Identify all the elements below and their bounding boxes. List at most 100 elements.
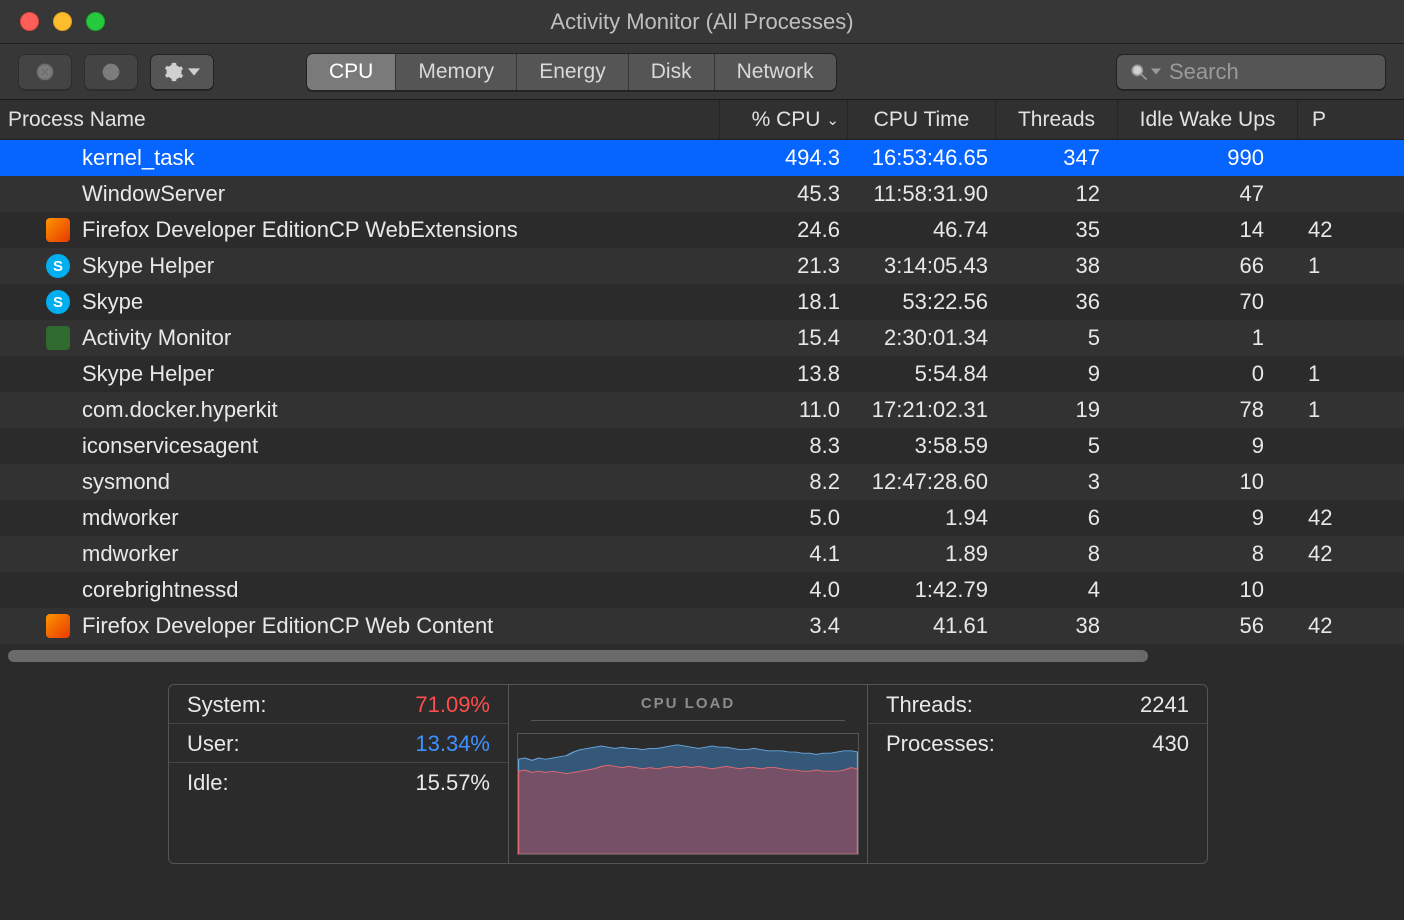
chevron-down-icon — [188, 68, 200, 76]
traffic-lights — [0, 12, 105, 31]
cell-wake: 56 — [1118, 608, 1298, 644]
table-row[interactable]: com.docker.hyperkit11.017:21:02.3119781 — [0, 392, 1404, 428]
cell-wake: 990 — [1118, 140, 1298, 176]
cell-time: 1.94 — [848, 500, 996, 536]
footer-panels: System: 71.09% User: 13.34% Idle: 15.57%… — [0, 684, 1404, 864]
cell-time: 1:42.79 — [848, 572, 996, 608]
cell-cpu: 11.0 — [720, 392, 848, 428]
stat-threads: Threads: 2241 — [868, 685, 1207, 724]
search-field[interactable]: Search — [1116, 54, 1386, 90]
cell-cpu: 494.3 — [720, 140, 848, 176]
process-name: Skype Helper — [82, 361, 214, 387]
stat-threads-value: 2241 — [1140, 692, 1189, 718]
stat-idle: Idle: 15.57% — [169, 763, 508, 801]
cell-wake: 9 — [1118, 500, 1298, 536]
table-row[interactable]: Firefox Developer EditionCP WebExtension… — [0, 212, 1404, 248]
cell-extra — [1298, 176, 1364, 212]
window-title: Activity Monitor (All Processes) — [0, 9, 1404, 35]
cell-time: 16:53:46.65 — [848, 140, 996, 176]
cell-time: 17:21:02.31 — [848, 392, 996, 428]
cell-wake: 66 — [1118, 248, 1298, 284]
horizontal-scrollbar[interactable] — [0, 646, 1404, 666]
table-row[interactable]: SSkype Helper21.33:14:05.4338661 — [0, 248, 1404, 284]
cell-wake: 14 — [1118, 212, 1298, 248]
scrollbar-thumb[interactable] — [8, 650, 1148, 662]
cell-cpu: 13.8 — [720, 356, 848, 392]
cell-threads: 3 — [996, 464, 1118, 500]
toolbar: i CPU Memory Energy Disk Network Search — [0, 44, 1404, 100]
cell-cpu: 4.0 — [720, 572, 848, 608]
table-row[interactable]: Firefox Developer EditionCP Web Content 3… — [0, 608, 1404, 644]
cell-wake: 8 — [1118, 536, 1298, 572]
process-name: iconservicesagent — [82, 433, 258, 459]
table-row[interactable]: SSkype18.153:22.563670 — [0, 284, 1404, 320]
cell-wake: 47 — [1118, 176, 1298, 212]
options-menu-button[interactable] — [150, 54, 214, 90]
process-name: corebrightnessd — [82, 577, 239, 603]
minimize-window-button[interactable] — [53, 12, 72, 31]
cell-wake: 10 — [1118, 572, 1298, 608]
table-row[interactable]: kernel_task494.316:53:46.65347990 — [0, 140, 1404, 176]
cpu-load-chart-panel: CPU LOAD — [508, 684, 868, 864]
tab-network[interactable]: Network — [715, 54, 836, 90]
chevron-down-icon — [1151, 68, 1161, 75]
app-icon — [46, 326, 70, 350]
inspect-process-button[interactable]: i — [84, 54, 138, 90]
cpu-usage-panel: System: 71.09% User: 13.34% Idle: 15.57% — [168, 684, 508, 864]
tab-energy[interactable]: Energy — [517, 54, 629, 90]
stat-threads-label: Threads: — [886, 692, 973, 718]
col-extra[interactable]: P — [1298, 100, 1364, 139]
table-row[interactable]: Activity Monitor15.42:30:01.3451 — [0, 320, 1404, 356]
table-row[interactable]: Skype Helper13.85:54.84901 — [0, 356, 1404, 392]
tab-memory[interactable]: Memory — [396, 54, 517, 90]
cell-time: 53:22.56 — [848, 284, 996, 320]
cell-threads: 12 — [996, 176, 1118, 212]
col-cpu-time[interactable]: CPU Time — [848, 100, 996, 139]
cell-extra: 1 — [1298, 392, 1364, 428]
cell-time: 11:58:31.90 — [848, 176, 996, 212]
table-row[interactable]: sysmond8.212:47:28.60310 — [0, 464, 1404, 500]
quit-process-button[interactable] — [18, 54, 72, 90]
process-name: sysmond — [82, 469, 170, 495]
cell-extra: 42 — [1298, 212, 1364, 248]
cell-cpu: 24.6 — [720, 212, 848, 248]
cell-extra: 42 — [1298, 500, 1364, 536]
table-row[interactable]: corebrightnessd4.01:42.79410 — [0, 572, 1404, 608]
cell-cpu: 8.2 — [720, 464, 848, 500]
col-process-name[interactable]: Process Name — [0, 100, 720, 139]
stat-processes-value: 430 — [1152, 731, 1189, 757]
process-name: com.docker.hyperkit — [82, 397, 278, 423]
cell-extra — [1298, 284, 1364, 320]
tab-cpu[interactable]: CPU — [307, 54, 396, 90]
process-name: Firefox Developer EditionCP Web Content — [82, 613, 493, 639]
gear-icon — [164, 62, 184, 82]
table-row[interactable]: iconservicesagent8.33:58.5959 — [0, 428, 1404, 464]
table-row[interactable]: mdworker4.11.898842 — [0, 536, 1404, 572]
cell-time: 5:54.84 — [848, 356, 996, 392]
close-window-button[interactable] — [20, 12, 39, 31]
cell-threads: 38 — [996, 608, 1118, 644]
cell-extra — [1298, 428, 1364, 464]
stat-idle-label: Idle: — [187, 770, 229, 796]
chart-title: CPU LOAD — [509, 685, 867, 712]
process-name: Firefox Developer EditionCP WebExtension… — [82, 217, 518, 243]
cell-wake: 1 — [1118, 320, 1298, 356]
cell-extra — [1298, 572, 1364, 608]
app-icon — [46, 614, 70, 638]
stat-system: System: 71.09% — [169, 685, 508, 724]
tab-disk[interactable]: Disk — [629, 54, 715, 90]
process-name: Activity Monitor — [82, 325, 231, 351]
process-name: Skype Helper — [82, 253, 214, 279]
cell-cpu: 4.1 — [720, 536, 848, 572]
system-counts-panel: Threads: 2241 Processes: 430 — [868, 684, 1208, 864]
process-name: WindowServer — [82, 181, 225, 207]
col-cpu-percent[interactable]: % CPU ⌄ — [720, 100, 848, 139]
zoom-window-button[interactable] — [86, 12, 105, 31]
cell-threads: 5 — [996, 320, 1118, 356]
process-name: mdworker — [82, 505, 179, 531]
stat-user-value: 13.34% — [415, 731, 490, 757]
table-row[interactable]: mdworker5.01.946942 — [0, 500, 1404, 536]
col-threads[interactable]: Threads — [996, 100, 1118, 139]
table-row[interactable]: WindowServer45.311:58:31.901247 — [0, 176, 1404, 212]
col-idle-wake-ups[interactable]: Idle Wake Ups — [1118, 100, 1298, 139]
